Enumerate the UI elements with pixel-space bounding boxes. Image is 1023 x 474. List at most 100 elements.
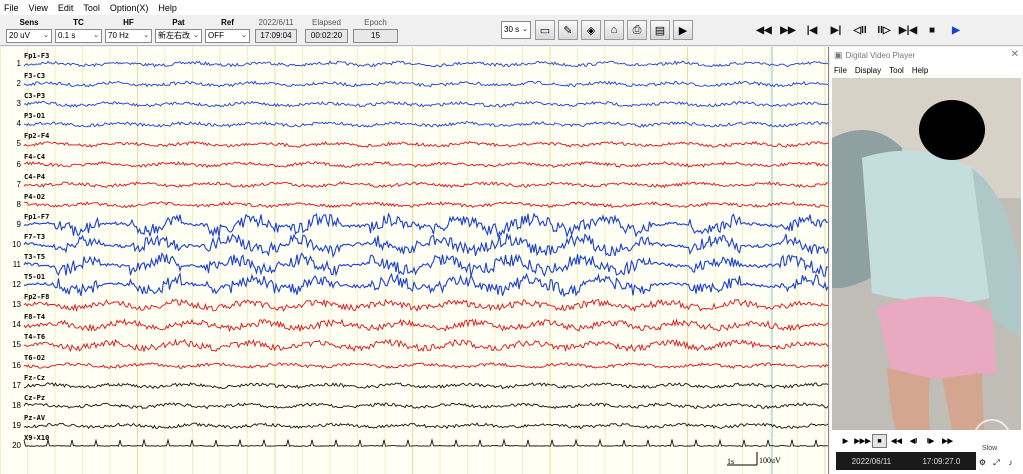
eeg-trace [23,200,829,209]
export-icon[interactable]: ▤ [650,20,670,40]
play-icon[interactable]: ▶ [838,434,853,448]
menu-file[interactable]: File [4,3,19,13]
video-status-bar: 2022/06/11 17:09:27.0 [836,452,976,470]
step-forward-icon[interactable]: II▷ [873,19,895,41]
channel-label[interactable]: Fp1-F3 [24,52,49,60]
vp-menu-tool[interactable]: Tool [889,66,904,75]
vp-menu-file[interactable]: File [834,66,847,75]
skip-start-icon[interactable]: |◀ [801,19,823,41]
channel-label[interactable]: F8-T4 [24,313,45,321]
page-length-select[interactable]: 30 s ⌄ [501,21,531,39]
fullscreen-icon[interactable]: ⤢ [990,456,1003,469]
tc-select[interactable]: 0.1 s ⌄ [55,29,102,43]
camera-icon: ▣ [834,50,843,60]
chevron-down-icon: ⌄ [241,32,247,39]
channel-label[interactable]: C4-P4 [24,173,45,181]
video-player-menu: File Display Tool Help [830,64,1023,77]
channel-label[interactable]: Pz-AV [24,414,45,422]
volume-icon[interactable]: ♪ [1004,456,1017,469]
channel-label[interactable]: Fp2-F8 [24,293,49,301]
sens-label: Sens [19,18,39,27]
video-icon[interactable]: ▶ [673,20,693,40]
eeg-trace [23,140,829,148]
step-forward-icon[interactable]: I▶ [923,434,938,448]
eeg-trace [23,382,829,389]
menu-option[interactable]: Option(X) [110,3,149,13]
channel-label[interactable]: F7-T3 [24,233,45,241]
channel-number: 12 [12,280,21,290]
stop-icon[interactable]: ■ [872,434,887,448]
ref-select[interactable]: OFF ⌄ [205,29,250,43]
elapsed-display: 00:02:20 [305,29,348,43]
channel-label[interactable]: Fp2-F4 [24,132,49,140]
menu-tool[interactable]: Tool [83,3,100,13]
channel-number: 5 [16,139,21,149]
print-icon[interactable]: ⎙ [627,20,647,40]
clock-display: 17:09:04 [255,29,297,43]
channel-number: 19 [12,420,21,430]
chevron-down-icon: ⌄ [522,26,528,33]
channel-number: 1 [16,59,21,68]
fast-play-icon[interactable]: ▶▶▶ [854,434,870,448]
menu-view[interactable]: View [29,3,48,13]
play-icon[interactable]: ▶ [945,19,967,41]
step-back-icon[interactable]: ◀I [906,434,921,448]
date-field: 2022/6/11 17:09:04 [255,17,297,43]
channel-label[interactable]: T5-O1 [24,273,45,281]
channel-label[interactable]: Cz-Pz [24,394,45,402]
channel-label[interactable]: P4-O2 [24,193,45,201]
channel-label[interactable]: T6-O2 [24,354,45,362]
eeg-trace [23,438,829,447]
vp-menu-display[interactable]: Display [855,66,881,75]
channel-label[interactable]: T4-T6 [24,333,45,341]
elapsed-label: Elapsed [312,18,341,27]
filter-icon[interactable]: ◈ [581,20,601,40]
compress-icon[interactable]: ▶|◀ [897,19,919,41]
save-icon[interactable]: ▭ [535,20,555,40]
channel-label[interactable]: F3-C3 [24,72,45,80]
channel-number: 4 [16,119,21,129]
tc-field: TC 0.1 s ⌄ [55,17,102,43]
chevron-down-icon: ⌄ [193,32,199,39]
rewind-icon[interactable]: ◀◀ [889,434,904,448]
epoch-display: 15 [353,29,398,43]
montage-icon[interactable]: ✎ [558,20,578,40]
marker-icon[interactable]: ⌂ [604,20,624,40]
skip-end-icon[interactable]: ▶| [825,19,847,41]
channel-number: 2 [16,79,21,89]
channel-label[interactable]: Fp1-F7 [24,213,49,221]
hf-label: HF [123,18,134,27]
eeg-trace [23,272,829,298]
chevron-down-icon: ⌄ [43,32,49,39]
eeg-trace [23,338,829,353]
video-time: 17:09:27.0 [922,456,961,466]
channel-label[interactable]: Fz-Cz [24,374,45,382]
channel-label[interactable]: X9-X10 [24,434,49,442]
pat-select[interactable]: 新左右改 ⌄ [155,29,202,43]
close-icon[interactable]: ✕ [1011,49,1019,60]
forward-fast-icon[interactable]: ▶▶ [777,19,799,41]
channel-label[interactable]: T3-T5 [24,253,45,261]
channel-label[interactable]: C3-P3 [24,92,45,100]
hf-field: HF 70 Hz ⌄ [105,17,152,43]
sens-select[interactable]: 20 uV ⌄ [6,29,52,43]
tc-label: TC [73,18,84,27]
menu-bar: File View Edit Tool Option(X) Help [0,0,1023,15]
channel-number: 14 [12,320,21,330]
hf-select[interactable]: 70 Hz ⌄ [105,29,152,43]
eeg-trace [23,318,829,333]
stop-icon[interactable]: ■ [921,19,943,41]
video-control-buttons: ▶ ▶▶▶ ■ ◀◀ ◀I I▶ ▶▶ [838,434,957,448]
forward-icon[interactable]: ▶▶ [940,434,955,448]
channel-label[interactable]: P3-O1 [24,112,45,120]
time-scale-label: 1s [727,457,735,466]
eeg-display[interactable]: 1 Fp1-F3 2 F3-C3 3 C3-P3 4 P3-O1 5 Fp2-F4 6 F4-C4 7 C… [0,47,829,474]
menu-edit[interactable]: Edit [58,3,74,13]
vp-menu-help[interactable]: Help [912,66,928,75]
pat-label: Pat [172,18,185,27]
rewind-fast-icon[interactable]: ◀◀ [753,19,775,41]
channel-label[interactable]: F4-C4 [24,153,45,161]
step-back-icon[interactable]: ◁II [849,19,871,41]
settings-icon[interactable]: ⚙ [976,456,989,469]
menu-help[interactable]: Help [158,3,177,13]
